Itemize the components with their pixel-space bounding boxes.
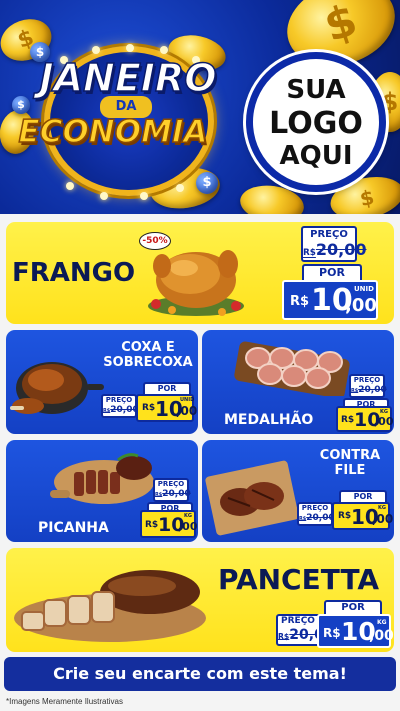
marquee-bulb	[100, 192, 108, 200]
chicken-pan-image	[10, 362, 104, 414]
new-price-label: POR	[324, 600, 382, 614]
new-price-label: POR	[302, 264, 362, 280]
product-card-contra-file: CONTRA FILE PREÇO R$20,00 POR R$ 10 ,00 …	[202, 440, 394, 542]
title-economia: ECONOMIA	[18, 113, 208, 151]
logo-text-line: AQUI	[279, 141, 353, 171]
marquee-bulb	[140, 192, 148, 200]
old-price-value: R$20,00	[303, 240, 367, 259]
product-name: PICANHA	[38, 520, 109, 536]
title-janeiro: JANEIRO	[39, 55, 218, 101]
header-banner: $ $ $ $ $ $ $ JANEIRO DA ECONOMIA SUA LO…	[0, 0, 400, 214]
currency-symbol: R$	[290, 294, 310, 309]
marquee-bulb	[176, 184, 184, 192]
new-price-tag: R$ 10 ,00 KG	[332, 502, 393, 530]
dollar-icon: $	[196, 172, 218, 194]
product-card-picanha: PREÇO R$20,00 POR R$ 10 ,00 KG PICANHA	[6, 440, 198, 542]
product-card-coxa-sobrecoxa: COXA E SOBRECOXA PREÇO R$20,00 POR R$ 10…	[6, 330, 198, 434]
price-unit: UNID	[354, 285, 374, 293]
old-price-tag: PREÇO R$20,00	[349, 374, 387, 398]
new-price-label: POR	[143, 382, 191, 394]
steak-board-image	[205, 460, 299, 536]
marquee-bulb	[92, 46, 100, 54]
product-card-pancetta: PANCETTA PREÇO R$20,00 POR R$ 10 ,00 KG	[6, 548, 394, 652]
logo-text-line: SUA	[286, 75, 346, 105]
old-price-tag: PREÇO R$20,00	[297, 502, 335, 526]
old-price-tag: PREÇO R$20,00	[301, 226, 367, 262]
cta-banner[interactable]: Crie seu encarte com este tema!	[4, 657, 396, 691]
new-price-tag: R$ 10 ,00 KG	[336, 406, 394, 432]
product-name: PANCETTA	[218, 563, 380, 596]
new-price-label: POR	[339, 490, 387, 502]
product-name: MEDALHÃO	[224, 412, 314, 428]
product-name: CONTRA FILE	[319, 448, 381, 478]
marquee-bulb	[126, 44, 134, 52]
marquee-bulb	[160, 46, 168, 54]
product-name: COXA E SOBRECOXA	[103, 340, 193, 370]
logo-placeholder: SUA LOGO AQUI	[246, 52, 386, 192]
old-price-tag: PREÇO R$20,00	[276, 614, 334, 646]
marquee-bulb	[66, 182, 74, 190]
disclaimer-text: *Imagens Meramente Ilustrativas	[6, 697, 123, 706]
product-name: FRANGO	[12, 258, 136, 288]
pancetta-roast-image	[14, 570, 206, 642]
discount-badge: -50%	[139, 232, 171, 250]
new-price-tag: R$ 10 ,00 UNID	[282, 280, 378, 320]
new-price-tag: R$ 10 ,00 KG	[140, 510, 198, 538]
price-decimal: ,00	[345, 295, 377, 316]
new-price-tag: R$ 10 ,00 UNID	[136, 394, 197, 422]
product-card-medalhao: PREÇO R$20,00 POR R$ 10 ,00 KG MEDALHÃO	[202, 330, 394, 434]
old-price-tag: PREÇO R$20,00	[153, 478, 191, 502]
picanha-board-image	[50, 453, 154, 504]
old-price-tag: PREÇO R$20,00	[101, 394, 139, 418]
product-card-frango: FRANGO -50% PREÇO R$20,00 POR R$ 10 ,00 …	[6, 222, 394, 324]
bacon-skewers-image	[234, 341, 350, 396]
logo-text-line: LOGO	[269, 106, 363, 141]
new-price-tag: R$ 10 ,00 KG	[317, 614, 394, 648]
